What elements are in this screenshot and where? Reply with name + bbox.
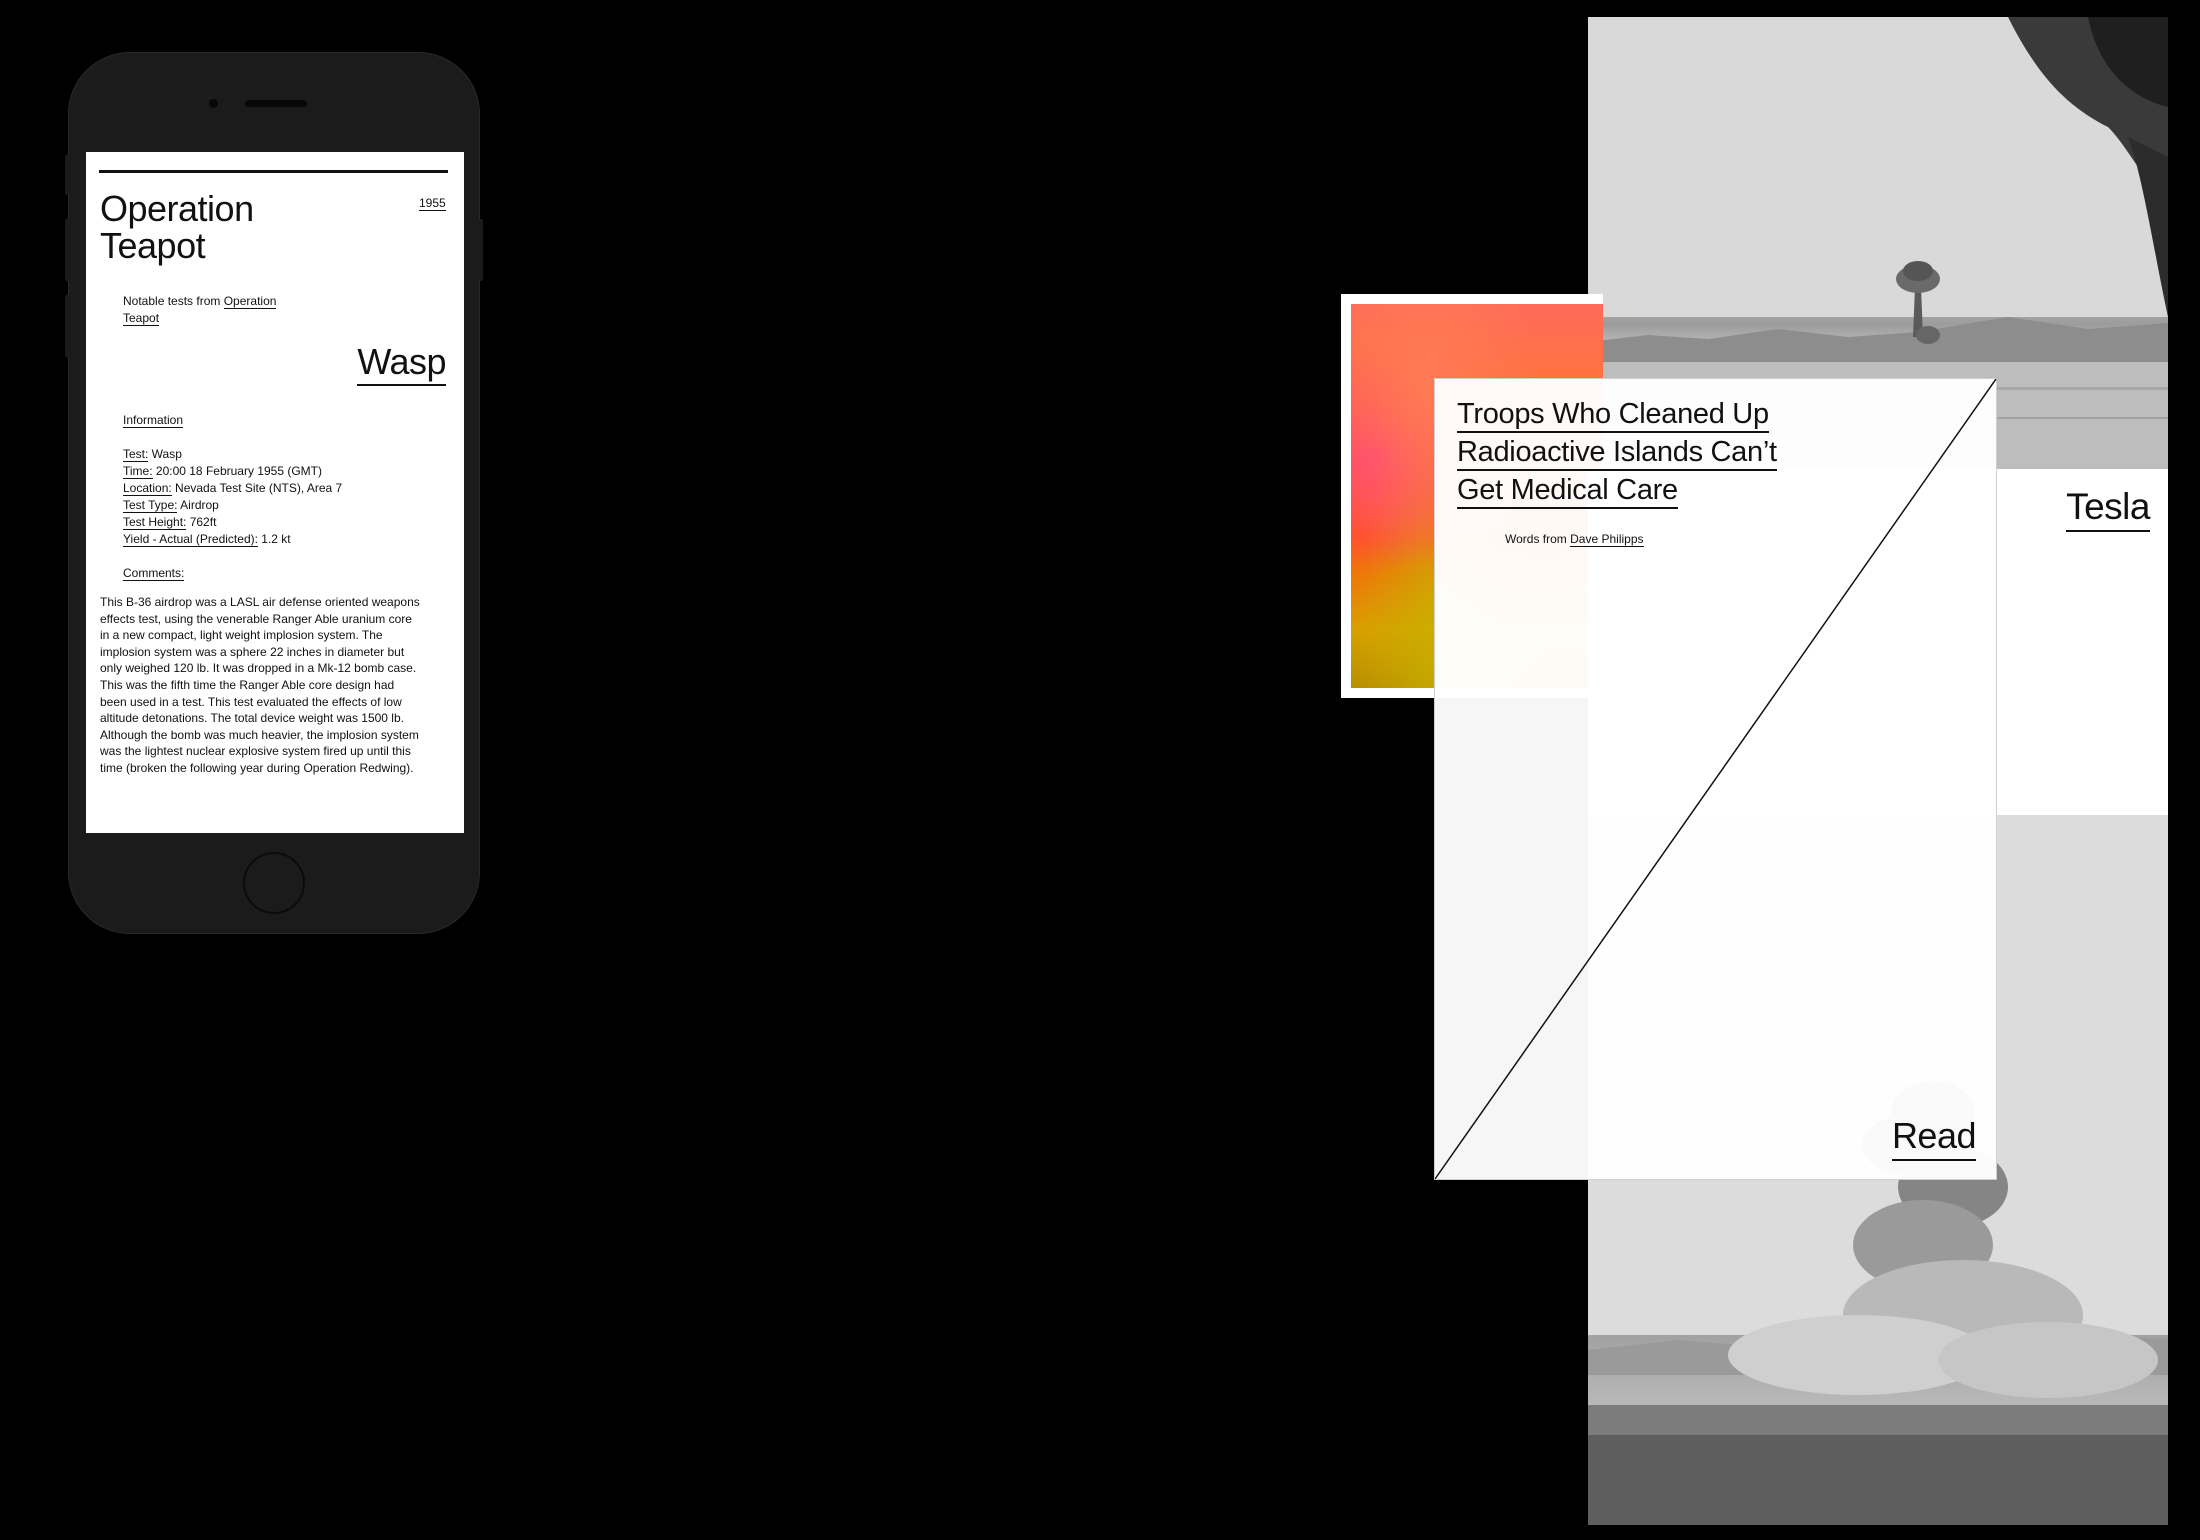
phone-home-button[interactable] — [243, 852, 305, 914]
field-label: Location: — [123, 481, 172, 496]
phone-mockup: Operation Teapot 1955 Notable tests from… — [65, 52, 483, 934]
byline-prefix: Words from — [1505, 532, 1571, 546]
field-label: Yield - Actual (Predicted): — [123, 532, 258, 547]
field-label: Time: — [123, 464, 153, 479]
headline-line-2: Radioactive Islands Can’t — [1457, 435, 1777, 471]
phone-screen: Operation Teapot 1955 Notable tests from… — [86, 152, 464, 833]
operation-link-2[interactable]: Teapot — [123, 311, 160, 326]
page-title-line-2: Teapot — [100, 225, 206, 266]
info-row-test: Test: Wasp — [123, 446, 342, 463]
test-name-heading[interactable]: Wasp — [357, 342, 446, 386]
info-row-yield: Yield - Actual (Predicted): 1.2 kt — [123, 531, 342, 548]
field-label: Test Type: — [123, 498, 178, 513]
year-link[interactable]: 1955 — [419, 196, 446, 211]
phone-volume-up — [65, 219, 69, 281]
comments-text: This B-36 airdrop was a LASL air defense… — [100, 595, 420, 775]
comments-label: Comments: — [123, 566, 185, 581]
phone-volume-down — [65, 295, 69, 357]
article-byline: Words from Dave Philipps — [1505, 532, 1644, 547]
info-row-test-height: Test Height: 762ft — [123, 514, 342, 531]
tesla-heading[interactable]: Tesla — [2066, 487, 2150, 532]
info-row-time: Time: 20:00 18 February 1955 (GMT) — [123, 463, 342, 480]
page-title: Operation Teapot — [100, 190, 254, 264]
info-row-location: Location: Nevada Test Site (NTS), Area 7 — [123, 480, 342, 497]
headline-line-1: Troops Who Cleaned Up — [1457, 397, 1769, 433]
information-label: Information — [123, 413, 184, 428]
read-link[interactable]: Read — [1891, 1116, 1977, 1161]
page-title-line-1: Operation — [100, 188, 254, 229]
operation-link-1[interactable]: Operation — [223, 294, 277, 309]
author-link[interactable]: Dave Philipps — [1570, 532, 1644, 547]
notable-prefix: Notable tests from — [123, 294, 224, 308]
info-row-test-type: Test Type: Airdrop — [123, 497, 342, 514]
phone-camera — [209, 99, 218, 108]
field-label: Test Height: — [123, 515, 187, 530]
information-section: Information Test: Wasp Time: 20:00 18 Fe… — [123, 412, 342, 582]
field-value: Wasp — [148, 447, 182, 461]
phone-mute-switch — [65, 155, 69, 195]
field-value: 20:00 18 February 1955 (GMT) — [152, 464, 322, 478]
field-value: Airdrop — [177, 498, 219, 512]
field-value: Nevada Test Site (NTS), Area 7 — [171, 481, 343, 495]
article-headline[interactable]: Troops Who Cleaned Up Radioactive Island… — [1457, 395, 1777, 509]
phone-power-button — [479, 219, 483, 281]
top-rule — [99, 170, 448, 173]
field-value: 1.2 kt — [257, 532, 291, 546]
notable-tests-line: Notable tests from Operation Teapot — [123, 293, 313, 327]
phone-speaker — [245, 100, 307, 107]
field-label: Test: — [123, 447, 149, 462]
article-card[interactable]: Troops Who Cleaned Up Radioactive Island… — [1434, 378, 1997, 1180]
field-value: 762ft — [186, 515, 217, 529]
headline-line-3: Get Medical Care — [1457, 473, 1678, 509]
